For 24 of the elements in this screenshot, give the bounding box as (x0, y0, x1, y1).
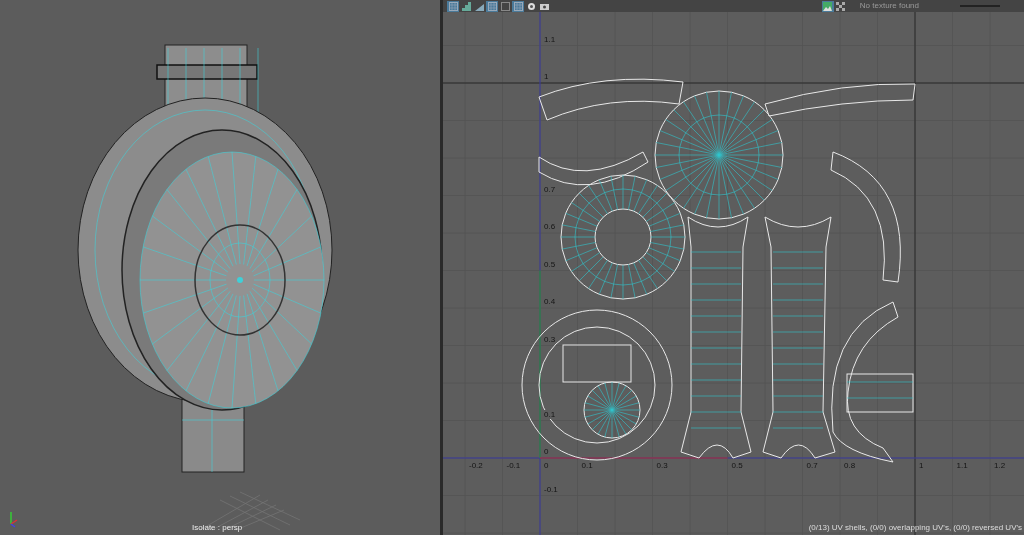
axis-label: -0.1 (543, 484, 559, 494)
axis-label: 0.7 (805, 461, 819, 470)
axis-label: 1 (918, 461, 925, 470)
axis-label: 0.5 (543, 259, 557, 269)
uv-status-text: (0/13) UV shells, (0/0) overlapping UV's, (0/0) reversed UV's (808, 522, 1022, 534)
axis-label: 1.1 (543, 34, 557, 44)
checker-tool-icon[interactable] (834, 0, 847, 12)
texture-status: No texture found (859, 1, 919, 11)
dot-tool-icon[interactable] (525, 0, 537, 12)
image-tool-icon[interactable] (821, 0, 834, 12)
frame-tool-icon[interactable] (499, 0, 511, 12)
axis-label: 1.1 (955, 461, 969, 470)
grid-tool-icon[interactable] (486, 0, 498, 12)
axis-label: 1.2 (993, 461, 1007, 470)
bars-tool-icon[interactable] (460, 0, 472, 12)
viewport-label: Isolate : persp (192, 522, 243, 534)
grid-tool-icon[interactable] (447, 0, 459, 12)
axis-label: 0.4 (543, 297, 557, 306)
axis-label: 1 (543, 72, 550, 81)
axis-gizmo-icon (10, 511, 18, 528)
axis-label: -0.2 (468, 461, 484, 470)
grid-tool-icon[interactable] (512, 0, 524, 12)
axis-label: 0.6 (543, 222, 557, 231)
axis-label: 0.1 (580, 461, 594, 470)
